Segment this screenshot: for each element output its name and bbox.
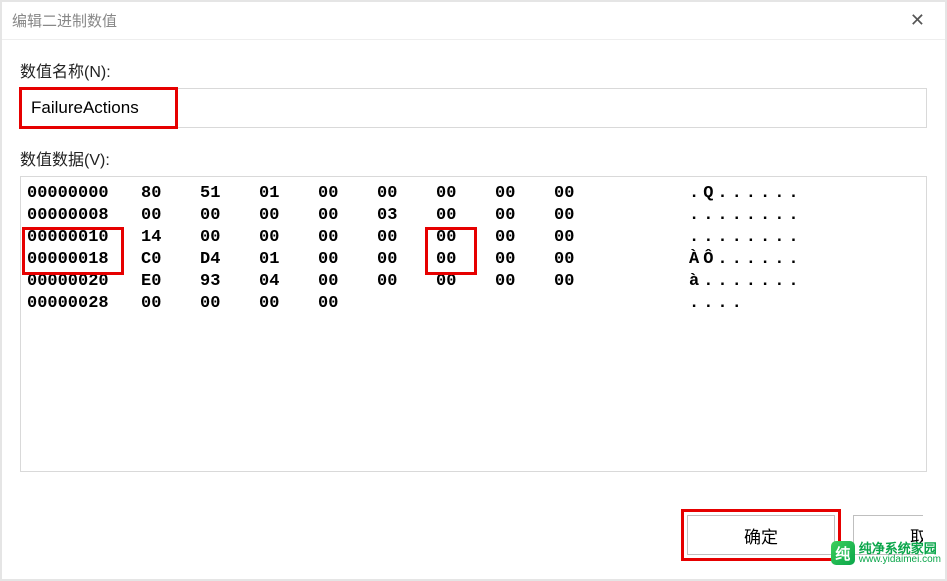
hex-byte[interactable]: C0 (131, 249, 190, 271)
hex-byte[interactable]: 00 (308, 271, 367, 293)
hex-byte[interactable]: 00 (131, 293, 190, 315)
hex-byte[interactable]: 00 (308, 183, 367, 205)
data-label: 数值数据(V): (20, 146, 927, 170)
hex-byte[interactable]: 14 (131, 227, 190, 249)
ok-button[interactable]: 确定 (687, 515, 835, 555)
hex-row[interactable]: 00000020E093040000000000à....... (21, 271, 926, 293)
value-name-field-wrap (20, 88, 927, 128)
hex-row[interactable]: 000000101400000000000000........ (21, 227, 926, 249)
hex-row[interactable]: 000000008051010000000000.Q...... (21, 183, 926, 205)
hex-offset: 00000000 (21, 183, 131, 205)
hex-byte[interactable]: 00 (426, 249, 485, 271)
titlebar: 编辑二进制数值 ✕ (2, 2, 945, 40)
hex-byte[interactable]: 04 (249, 271, 308, 293)
hex-offset: 00000008 (21, 205, 131, 227)
value-name-input[interactable] (21, 89, 926, 127)
hex-byte[interactable]: 00 (426, 271, 485, 293)
hex-byte[interactable]: 00 (426, 227, 485, 249)
hex-byte[interactable]: 00 (190, 293, 249, 315)
window-title: 编辑二进制数值 (12, 10, 117, 31)
hex-byte[interactable]: 00 (308, 249, 367, 271)
hex-byte[interactable]: D4 (190, 249, 249, 271)
dialog-window: 编辑二进制数值 ✕ 数值名称(N): 数值数据(V): 000000008051… (0, 0, 947, 581)
hex-ascii: ........ (669, 227, 926, 249)
name-label: 数值名称(N): (20, 58, 927, 82)
hex-byte[interactable]: E0 (131, 271, 190, 293)
hex-byte[interactable]: 00 (367, 271, 426, 293)
hex-byte[interactable] (485, 293, 544, 315)
hex-bytes[interactable]: 1400000000000000 (131, 227, 669, 249)
hex-byte[interactable]: 80 (131, 183, 190, 205)
hex-byte[interactable] (367, 293, 426, 315)
hex-byte[interactable]: 00 (367, 249, 426, 271)
hex-byte[interactable]: 00 (426, 205, 485, 227)
hex-ascii: ÀÔ...... (669, 249, 926, 271)
hex-byte[interactable]: 00 (367, 183, 426, 205)
watermark-cn: 纯净系统家园 (859, 542, 941, 555)
hex-byte[interactable]: 03 (367, 205, 426, 227)
highlight-annotation: 确定 (681, 509, 841, 561)
hex-byte[interactable]: 00 (131, 205, 190, 227)
hex-byte[interactable]: 00 (190, 205, 249, 227)
hex-bytes[interactable]: 00000000 (131, 293, 669, 315)
hex-byte[interactable]: 01 (249, 183, 308, 205)
hex-offset: 00000020 (21, 271, 131, 293)
hex-byte[interactable]: 00 (426, 183, 485, 205)
hex-ascii: .Q...... (669, 183, 926, 205)
hex-offset: 00000018 (21, 249, 131, 271)
hex-byte[interactable]: 00 (485, 271, 544, 293)
hex-byte[interactable]: 00 (485, 227, 544, 249)
close-icon[interactable]: ✕ (900, 6, 935, 35)
hex-byte[interactable]: 00 (544, 271, 603, 293)
hex-byte[interactable]: 00 (485, 205, 544, 227)
hex-byte[interactable] (426, 293, 485, 315)
hex-byte[interactable]: 00 (190, 227, 249, 249)
hex-bytes[interactable]: E093040000000000 (131, 271, 669, 293)
watermark: 纯 纯净系统家园 www.yidaimei.com (831, 541, 941, 565)
hex-bytes[interactable]: 0000000003000000 (131, 205, 669, 227)
hex-byte[interactable]: 00 (308, 293, 367, 315)
watermark-url: www.yidaimei.com (859, 555, 941, 565)
hex-byte[interactable]: 00 (544, 183, 603, 205)
hex-bytes[interactable]: C0D4010000000000 (131, 249, 669, 271)
hex-byte[interactable]: 00 (249, 227, 308, 249)
hex-ascii: à....... (669, 271, 926, 293)
hex-ascii: .... (669, 293, 926, 315)
hex-row[interactable]: 0000002800000000.... (21, 293, 926, 315)
watermark-icon: 纯 (831, 541, 855, 565)
hex-row[interactable]: 00000018C0D4010000000000ÀÔ...... (21, 249, 926, 271)
hex-byte[interactable]: 00 (485, 183, 544, 205)
hex-byte[interactable]: 00 (249, 293, 308, 315)
hex-editor[interactable]: 000000008051010000000000.Q......00000008… (20, 176, 927, 472)
hex-byte[interactable]: 00 (544, 249, 603, 271)
hex-ascii: ........ (669, 205, 926, 227)
hex-byte[interactable] (544, 293, 603, 315)
hex-byte[interactable]: 00 (485, 249, 544, 271)
hex-byte[interactable]: 01 (249, 249, 308, 271)
hex-byte[interactable]: 00 (308, 205, 367, 227)
hex-byte[interactable]: 00 (544, 205, 603, 227)
hex-byte[interactable]: 93 (190, 271, 249, 293)
hex-offset: 00000028 (21, 293, 131, 315)
hex-byte[interactable]: 00 (249, 205, 308, 227)
dialog-content: 数值名称(N): 数值数据(V): 0000000080510100000000… (2, 40, 945, 472)
hex-byte[interactable]: 00 (544, 227, 603, 249)
hex-byte[interactable]: 00 (308, 227, 367, 249)
hex-offset: 00000010 (21, 227, 131, 249)
watermark-text: 纯净系统家园 www.yidaimei.com (859, 542, 941, 565)
hex-bytes[interactable]: 8051010000000000 (131, 183, 669, 205)
hex-byte[interactable]: 51 (190, 183, 249, 205)
hex-row[interactable]: 000000080000000003000000........ (21, 205, 926, 227)
hex-byte[interactable]: 00 (367, 227, 426, 249)
